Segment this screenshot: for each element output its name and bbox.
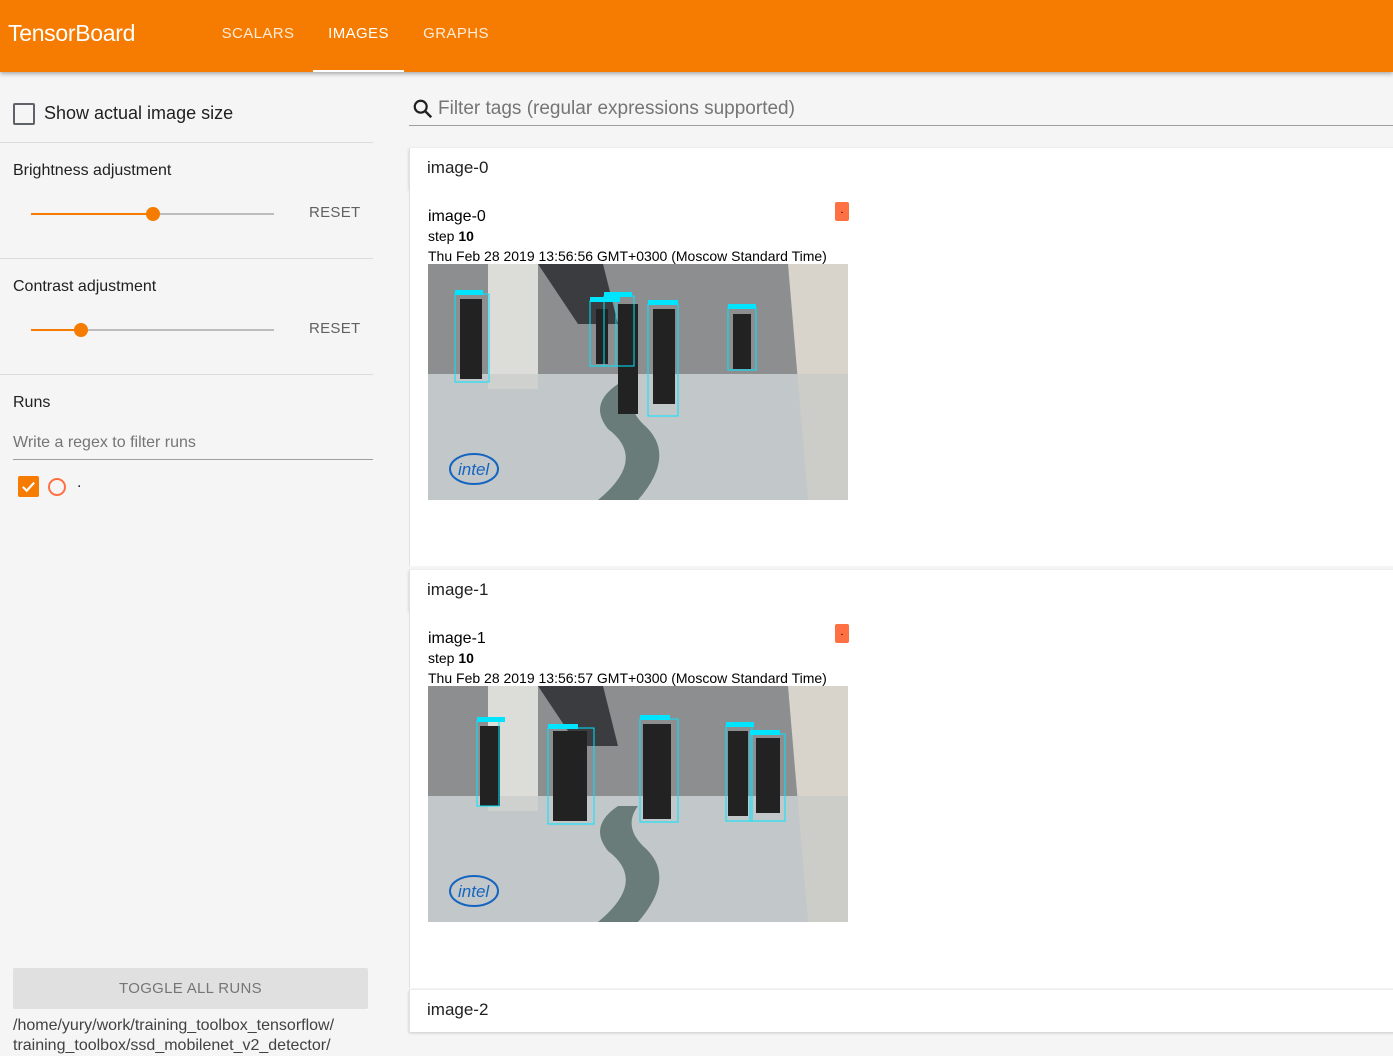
contrast-reset-button[interactable]: RESET <box>309 320 361 337</box>
pane-body-image-0: image-0 step 10 Thu Feb 28 2019 13:56:56… <box>409 190 1393 566</box>
show-actual-size-checkbox[interactable] <box>13 103 35 125</box>
logdir-line: training_toolbox/ssd_mobilenet_v2_detect… <box>13 1037 331 1054</box>
card-step-label: step <box>428 650 455 666</box>
image-display[interactable]: intel <box>428 686 848 922</box>
card-timestamp: Thu Feb 28 2019 13:56:57 GMT+0300 (Mosco… <box>428 670 827 686</box>
sidebar: Show actual image size Brightness adjust… <box>0 72 390 1054</box>
pane-title: image-0 <box>427 158 489 177</box>
main-content: Filter tags (regular expressions support… <box>409 72 1393 1040</box>
run-chip[interactable]: . <box>835 202 849 221</box>
brightness-slider-knob[interactable] <box>146 207 160 221</box>
run-color-swatch[interactable] <box>48 478 66 496</box>
search-icon <box>413 99 433 119</box>
divider <box>0 374 373 375</box>
tab-images[interactable]: IMAGES <box>313 0 404 72</box>
pane-header-image-1[interactable]: image-1 <box>409 570 1393 612</box>
run-filter-placeholder: Write a regex to filter runs <box>13 434 196 451</box>
contrast-title: Contrast adjustment <box>13 278 157 295</box>
run-name: . <box>77 474 82 491</box>
contrast-slider-knob[interactable] <box>74 323 88 337</box>
card-step-label: step <box>428 228 455 244</box>
show-actual-size-label[interactable]: Show actual image size <box>44 103 233 124</box>
toggle-all-runs-button[interactable]: TOGGLE ALL RUNS <box>13 968 368 1009</box>
top-bar: TensorBoard SCALARS IMAGES GRAPHS <box>0 0 1393 72</box>
card-timestamp: Thu Feb 28 2019 13:56:56 GMT+0300 (Mosco… <box>428 248 827 264</box>
brightness-slider-fill <box>31 213 153 215</box>
detection-image: intel <box>428 686 848 922</box>
tag-filter-placeholder: Filter tags (regular expressions support… <box>438 98 795 119</box>
logdir-line: /home/yury/work/training_toolbox_tensorf… <box>13 1017 335 1034</box>
checkmark-icon <box>22 481 35 493</box>
card-title: image-0 <box>428 208 486 225</box>
pane-body-image-1: image-1 step 10 Thu Feb 28 2019 13:56:57… <box>409 612 1393 988</box>
runs-title: Runs <box>13 394 51 411</box>
pane-title: image-2 <box>427 1000 489 1019</box>
pane-title: image-1 <box>427 580 489 599</box>
run-filter-input[interactable]: Write a regex to filter runs <box>13 432 373 460</box>
divider <box>0 142 373 143</box>
logdir-path: /home/yury/work/training_toolbox_tensorf… <box>13 1016 383 1056</box>
active-tab-indicator <box>313 70 404 72</box>
watermark-text: intel <box>458 882 490 901</box>
card-step-value: 10 <box>458 650 474 666</box>
detection-image: intel <box>428 264 848 500</box>
run-checkbox[interactable] <box>18 476 39 497</box>
image-display[interactable]: intel <box>428 264 848 500</box>
pane-header-image-0[interactable]: image-0 <box>409 148 1393 190</box>
run-chip[interactable]: . <box>835 624 849 643</box>
watermark-text: intel <box>458 460 490 479</box>
divider <box>0 258 373 259</box>
card-title: image-1 <box>428 630 486 647</box>
app-title: TensorBoard <box>8 20 136 46</box>
card-step: step 10 <box>428 650 474 666</box>
brightness-title: Brightness adjustment <box>13 162 172 179</box>
tag-filter-input[interactable]: Filter tags (regular expressions support… <box>409 94 1393 126</box>
card-step-value: 10 <box>458 228 474 244</box>
tab-scalars[interactable]: SCALARS <box>213 0 303 72</box>
card-step: step 10 <box>428 228 474 244</box>
brightness-reset-button[interactable]: RESET <box>309 204 361 221</box>
tab-images-label: IMAGES <box>328 25 389 42</box>
pane-header-image-2[interactable]: image-2 <box>409 990 1393 1032</box>
tab-graphs[interactable]: GRAPHS <box>413 0 499 72</box>
